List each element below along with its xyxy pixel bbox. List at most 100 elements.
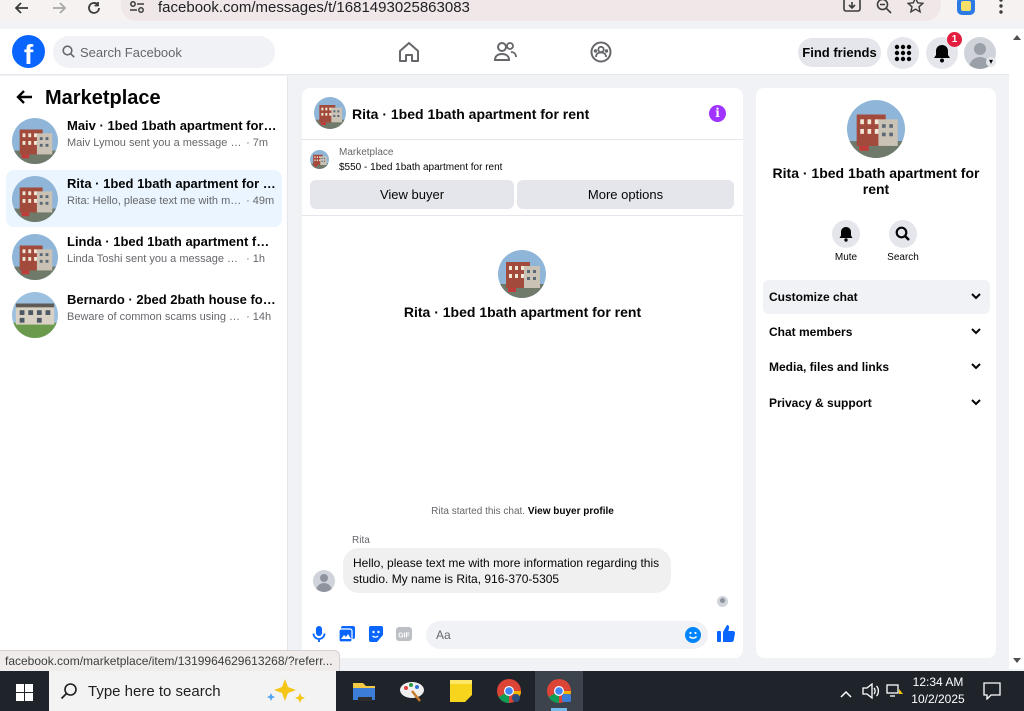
chat-intro-avatar bbox=[498, 250, 546, 298]
conversation-item[interactable]: Bernardo · 2bed 2bath house for rent Bew… bbox=[6, 286, 282, 343]
notification-badge: 1 bbox=[947, 32, 962, 47]
chat-panel: Rita · 1bed 1bath apartment for rent i M… bbox=[302, 88, 743, 658]
info-icon[interactable]: i bbox=[709, 105, 726, 122]
gif-icon[interactable]: GIF bbox=[395, 625, 413, 643]
sticky-notes-app-icon[interactable] bbox=[447, 677, 477, 705]
browser-menu-icon[interactable] bbox=[999, 0, 1003, 19]
more-options-button[interactable]: More options bbox=[517, 180, 734, 209]
browser-toolbar: facebook.com/messages/t/1681493025863083 bbox=[0, 0, 1024, 22]
like-thumb-icon[interactable] bbox=[716, 623, 736, 643]
site-info-icon[interactable] bbox=[129, 0, 145, 14]
mute-label: Mute bbox=[834, 252, 858, 263]
account-chevron-icon[interactable]: ▾ bbox=[986, 57, 996, 67]
friends-icon[interactable] bbox=[493, 41, 517, 63]
chrome-active-app[interactable] bbox=[535, 671, 583, 711]
windows-start-icon[interactable] bbox=[16, 684, 33, 701]
chat-header-title[interactable]: Rita · 1bed 1bath apartment for rent bbox=[352, 106, 589, 122]
groups-icon[interactable] bbox=[589, 41, 613, 63]
listing-price[interactable]: $550 - 1bed 1bath apartment for rent bbox=[339, 162, 502, 173]
search-label: Search bbox=[887, 252, 919, 263]
reload-icon[interactable] bbox=[84, 0, 104, 16]
listing-card: Marketplace $550 - 1bed 1bath apartment … bbox=[302, 141, 743, 216]
message-input-placeholder: Aa bbox=[436, 628, 451, 642]
mute-button[interactable]: Mute bbox=[821, 220, 871, 263]
listing-label: Marketplace bbox=[339, 147, 394, 158]
conversation-title: Linda · 1bed 1bath apartment for rent bbox=[67, 234, 277, 249]
home-icon[interactable] bbox=[397, 41, 421, 63]
chat-header: Rita · 1bed 1bath apartment for rent i bbox=[302, 88, 743, 140]
paint-app-icon[interactable] bbox=[398, 677, 428, 705]
chevron-down-icon bbox=[971, 293, 981, 300]
forward-arrow-icon[interactable] bbox=[49, 0, 69, 16]
search-in-chat-button[interactable]: Search bbox=[878, 220, 928, 263]
info-name: Rita · 1bed 1bath apartment for rent bbox=[772, 165, 980, 197]
chrome-profile-app-icon[interactable] bbox=[495, 677, 525, 705]
conversation-title: Rita · 1bed 1bath apartment for rent bbox=[67, 176, 277, 191]
message-bubble[interactable]: Hello, please text me with more informat… bbox=[343, 548, 671, 593]
conversation-item[interactable]: Maiv · 1bed 1bath apartment for rent Mai… bbox=[6, 112, 282, 169]
conversation-snippet: Beware of common scams using pay… · 14h bbox=[67, 311, 272, 323]
conversation-avatar bbox=[12, 234, 58, 280]
privacy-support-section[interactable]: Privacy & support bbox=[763, 386, 990, 420]
chat-started-notice: Rita started this chat. View buyer profi… bbox=[431, 506, 614, 517]
chevron-down-icon bbox=[971, 399, 981, 406]
listing-thumbnail[interactable] bbox=[310, 150, 329, 169]
conversation-time: · 14h bbox=[246, 311, 272, 323]
clock-date[interactable]: 10/2/2025 bbox=[905, 692, 971, 706]
conversation-snippet: Maiv Lymou sent you a message about… · 7… bbox=[67, 137, 269, 149]
grid-icon bbox=[894, 44, 912, 62]
install-app-icon[interactable] bbox=[843, 0, 861, 19]
zoom-icon[interactable] bbox=[876, 0, 892, 19]
taskbar-search-input[interactable]: Type here to search bbox=[49, 671, 336, 711]
view-buyer-button[interactable]: View buyer bbox=[310, 180, 514, 209]
find-friends-button[interactable]: Find friends bbox=[798, 38, 881, 67]
facebook-logo[interactable]: f bbox=[12, 35, 45, 68]
conversation-avatar bbox=[12, 176, 58, 222]
chat-members-section[interactable]: Chat members bbox=[763, 315, 990, 349]
sparkle-icon bbox=[267, 679, 305, 703]
back-arrow-icon[interactable] bbox=[15, 89, 33, 110]
sticker-icon[interactable] bbox=[367, 625, 385, 643]
network-icon[interactable] bbox=[886, 683, 904, 704]
file-explorer-app-icon[interactable] bbox=[350, 677, 380, 705]
link-status-bar: facebook.com/marketplace/item/1319964629… bbox=[0, 650, 340, 671]
volume-icon[interactable] bbox=[862, 682, 880, 704]
view-buyer-profile-link[interactable]: View buyer profile bbox=[528, 506, 614, 517]
taskbar-search-placeholder: Type here to search bbox=[88, 683, 221, 700]
conversation-time: · 49m bbox=[246, 195, 275, 207]
bookmark-star-icon[interactable] bbox=[906, 0, 925, 19]
page-scrollbar[interactable] bbox=[1009, 29, 1024, 669]
chrome-icon bbox=[547, 679, 571, 703]
search-input[interactable]: Search Facebook bbox=[53, 36, 275, 68]
photo-icon[interactable] bbox=[338, 625, 356, 643]
microphone-icon[interactable] bbox=[310, 625, 328, 643]
back-arrow-icon[interactable] bbox=[12, 0, 32, 16]
search-icon bbox=[62, 45, 75, 58]
customize-chat-section[interactable]: Customize chat bbox=[763, 280, 990, 314]
conversation-item-active[interactable]: Rita · 1bed 1bath apartment for rent Rit… bbox=[6, 170, 282, 227]
chat-info-panel: Rita · 1bed 1bath apartment for rent Mut… bbox=[756, 88, 996, 658]
conversation-item[interactable]: Linda · 1bed 1bath apartment for rent Li… bbox=[6, 228, 282, 285]
media-files-links-section[interactable]: Media, files and links bbox=[763, 350, 990, 384]
show-hidden-icons-chevron-icon[interactable] bbox=[840, 685, 852, 703]
conversation-snippet: Linda Toshi sent you a message about… · … bbox=[67, 253, 266, 265]
sender-avatar[interactable] bbox=[313, 570, 335, 592]
url-text[interactable]: facebook.com/messages/t/1681493025863083 bbox=[158, 0, 470, 16]
chevron-down-icon bbox=[971, 363, 981, 370]
message-input[interactable]: Aa bbox=[426, 621, 708, 649]
notification-center-icon[interactable] bbox=[983, 682, 1001, 705]
menu-grid-button[interactable] bbox=[887, 37, 919, 69]
bell-icon bbox=[839, 227, 853, 242]
clock-time[interactable]: 12:34 AM bbox=[905, 675, 971, 689]
info-avatar[interactable] bbox=[847, 100, 905, 158]
chat-header-avatar[interactable] bbox=[314, 97, 346, 129]
extension-icon[interactable] bbox=[957, 0, 975, 15]
sidebar-title: Marketplace bbox=[45, 87, 161, 109]
search-icon bbox=[895, 226, 910, 241]
emoji-icon[interactable] bbox=[685, 627, 701, 643]
sender-name: Rita bbox=[352, 535, 370, 546]
conversation-time: · 7m bbox=[246, 137, 269, 149]
conversation-avatar bbox=[12, 118, 58, 164]
search-icon bbox=[60, 683, 77, 700]
conversation-snippet: Rita: Hello, please text me with more… ·… bbox=[67, 195, 275, 207]
